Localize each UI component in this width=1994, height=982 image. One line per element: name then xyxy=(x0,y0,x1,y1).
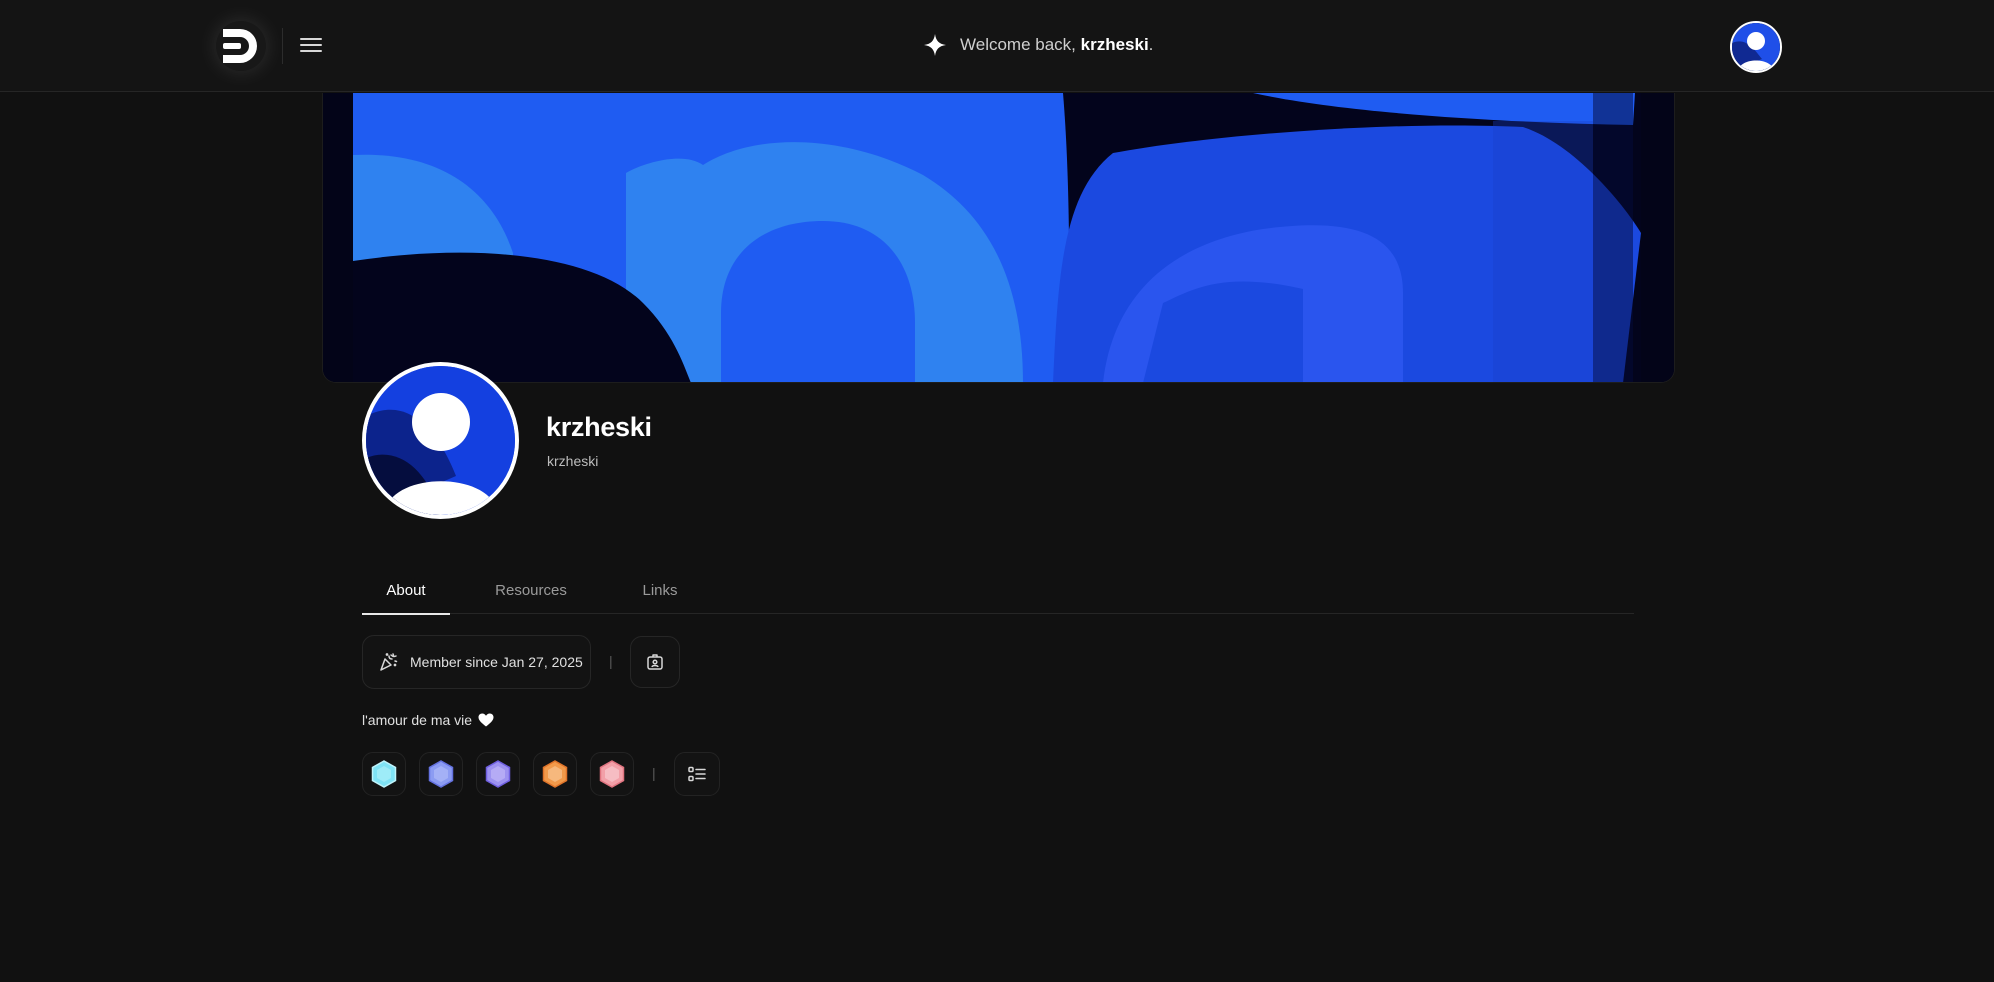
separator: | xyxy=(609,653,613,669)
profile-display-name: krzheski xyxy=(546,412,652,442)
profile-bio: l'amour de ma vie xyxy=(362,712,494,728)
hexagon-orange-badge-icon xyxy=(542,760,568,788)
welcome-prefix: Welcome back, xyxy=(960,35,1081,54)
menu-button[interactable] xyxy=(296,30,326,60)
party-popper-icon xyxy=(380,653,398,671)
id-card-button[interactable] xyxy=(630,636,680,688)
hamburger-menu-icon xyxy=(300,38,322,52)
id-badge-icon xyxy=(647,654,663,670)
hexagon-cyan-badge-icon xyxy=(371,760,397,788)
tab-resources[interactable]: Resources xyxy=(482,566,580,614)
tab-links[interactable]: Links xyxy=(620,566,700,614)
logo-icon xyxy=(223,29,257,63)
hexagon-pink-badge-icon xyxy=(599,760,625,788)
welcome-username: krzheski xyxy=(1080,35,1149,54)
welcome-message: Welcome back, krzheski. xyxy=(924,30,1153,60)
member-since-text: Member since Jan 27, 2025 xyxy=(410,654,583,670)
user-avatar-icon xyxy=(1732,23,1780,71)
profile-username: krzheski xyxy=(547,453,599,469)
banner-artwork xyxy=(323,93,1674,382)
user-avatar-button[interactable] xyxy=(1730,21,1782,73)
badge-cyan[interactable] xyxy=(362,752,406,796)
heart-icon xyxy=(478,713,494,727)
profile-avatar-icon xyxy=(366,366,515,515)
list-check-icon xyxy=(688,766,706,782)
welcome-text: Welcome back, krzheski. xyxy=(960,35,1153,55)
badge-blue[interactable] xyxy=(419,752,463,796)
topbar-divider xyxy=(282,28,283,64)
hexagon-blue-badge-icon xyxy=(428,760,454,788)
sparkle-icon xyxy=(924,34,946,56)
badge-orange[interactable] xyxy=(533,752,577,796)
welcome-suffix: . xyxy=(1148,35,1154,54)
hexagon-violet-badge-icon xyxy=(485,760,511,788)
profile-tabs: About Resources Links xyxy=(362,566,1634,615)
profile-banner xyxy=(322,93,1675,383)
badge-pink[interactable] xyxy=(590,752,634,796)
member-since-chip: Member since Jan 27, 2025 xyxy=(362,635,591,689)
logo[interactable] xyxy=(216,21,266,71)
bio-text: l'amour de ma vie xyxy=(362,712,473,728)
profile-avatar[interactable] xyxy=(362,362,519,519)
top-bar: Welcome back, krzheski. xyxy=(0,0,1994,92)
badges-list-button[interactable] xyxy=(674,752,720,796)
tab-about[interactable]: About xyxy=(362,566,450,615)
badge-separator: | xyxy=(652,765,656,781)
badge-violet[interactable] xyxy=(476,752,520,796)
